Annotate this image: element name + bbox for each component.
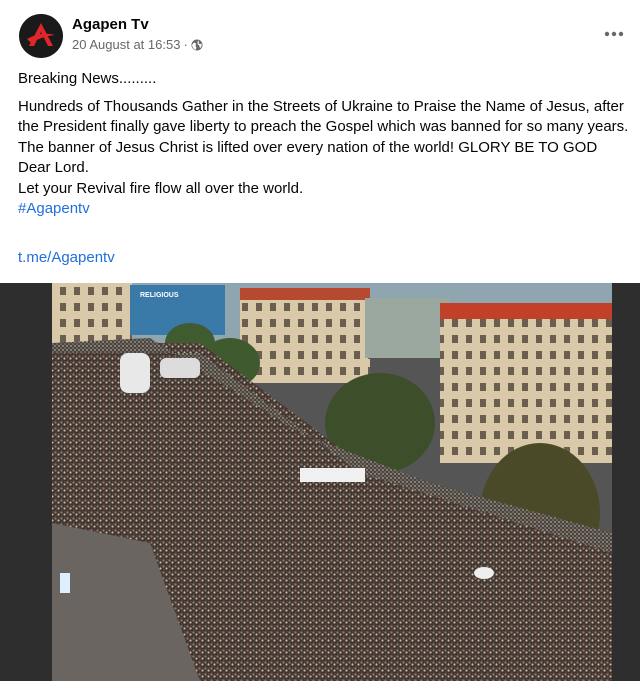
post-line-breaking: Breaking News......... — [18, 70, 157, 87]
meta-separator: · — [183, 37, 188, 52]
photo-sign-text: RELIGIOUS — [140, 292, 179, 299]
crowd-photo-image: RELIGIOUS — [0, 283, 640, 681]
more-options-icon — [604, 31, 624, 37]
more-options-button[interactable] — [598, 18, 630, 50]
post-timestamp[interactable]: 20 August at 16:53 — [72, 37, 180, 52]
facebook-post: Agapen Tv 20 August at 16:53 · Breaking … — [0, 0, 640, 681]
post-text: Breaking News......... Hundreds of Thous… — [18, 69, 630, 220]
post-line-revival: Let your Revival fire flow all over the … — [18, 179, 304, 197]
agapen-logo-icon — [19, 14, 63, 58]
globe-icon — [191, 39, 203, 50]
page-name[interactable]: Agapen Tv — [72, 16, 149, 33]
post-header: Agapen Tv 20 August at 16:53 · — [0, 0, 640, 70]
post-hashtag[interactable]: #Agapentv — [18, 199, 630, 220]
page-avatar[interactable] — [19, 14, 63, 58]
post-line-prayer: Dear Lord. — [18, 159, 89, 176]
post-photo[interactable]: RELIGIOUS — [0, 283, 640, 681]
post-meta: 20 August at 16:53 · — [72, 37, 203, 52]
post-line-main: Hundreds of Thousands Gather in the Stre… — [18, 97, 629, 156]
post-link[interactable]: t.me/Agapentv — [18, 249, 115, 266]
